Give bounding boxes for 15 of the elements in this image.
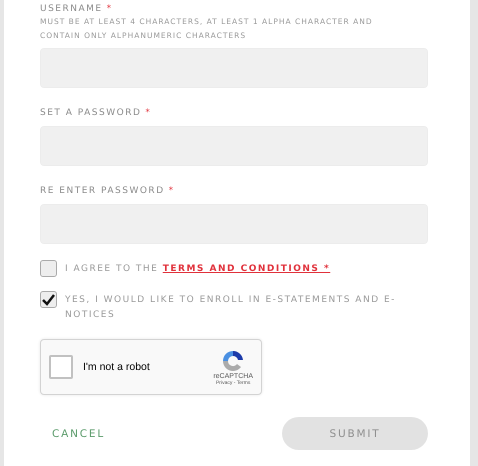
terms-link[interactable]: TERMS AND CONDITIONS * [162,264,330,274]
required-mark: * [168,186,175,196]
required-mark: * [106,4,113,14]
field-label: SET A PASSWORD * [40,108,152,118]
checkbox[interactable] [40,291,57,308]
captcha-label: I'm not a robot [83,361,151,373]
required-mark: * [145,108,152,118]
checkbox[interactable] [40,260,57,277]
checkbox-label: YES, I WOULD LIKE TO ENROLL IN E-STATEMENTS AND E-NOTICES [65,294,397,322]
cancel-button[interactable]: CANCEL [40,424,117,444]
field-label: USERNAME * [40,4,114,14]
checkmark-icon [42,294,55,306]
checkbox-label: I AGREE TO THE TERMS AND CONDITIONS * [65,263,330,276]
field-label: RE ENTER PASSWORD * [40,186,176,196]
captcha-checkbox[interactable] [49,355,73,379]
